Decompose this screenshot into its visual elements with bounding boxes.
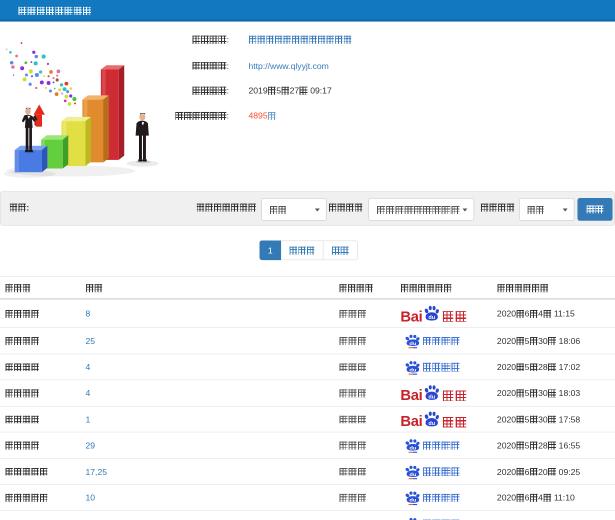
svg-text:du: du: [428, 395, 435, 401]
svg-text:du: du: [428, 315, 435, 321]
svg-text:du: du: [409, 499, 416, 504]
svg-text:du: du: [409, 446, 416, 451]
svg-text:du: du: [409, 368, 416, 373]
svg-text:du: du: [409, 472, 416, 477]
svg-text:du: du: [428, 421, 435, 427]
svg-text:du: du: [409, 342, 416, 347]
